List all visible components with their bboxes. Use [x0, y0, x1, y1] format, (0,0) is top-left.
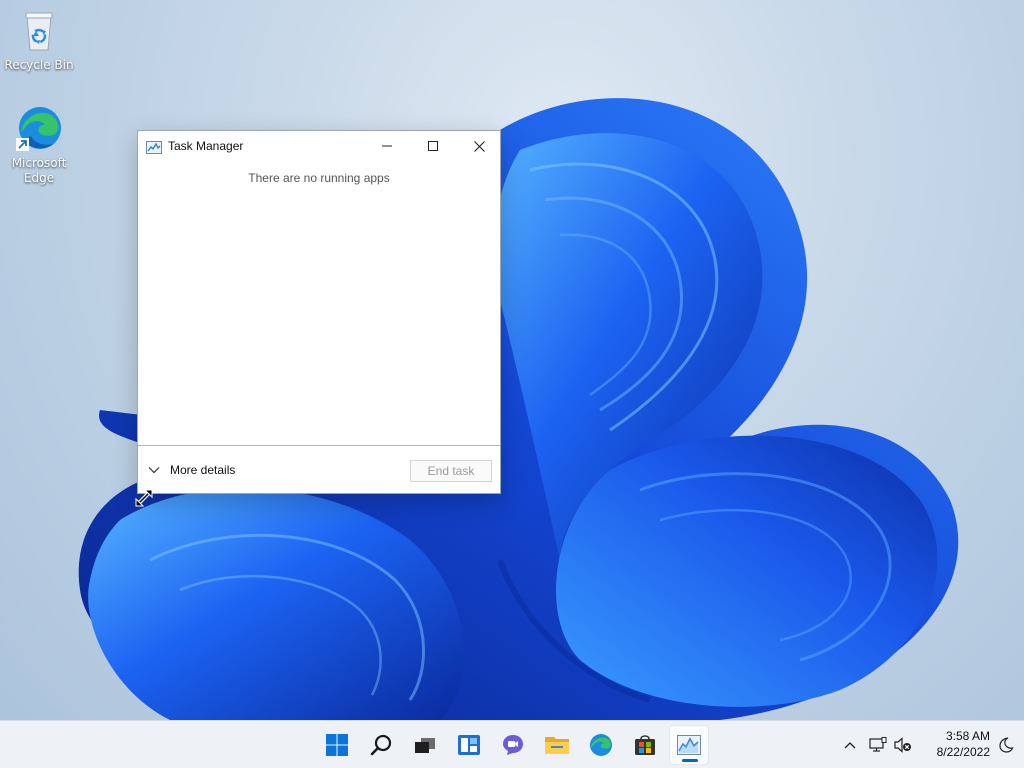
- edge-label: Microsoft Edge: [11, 156, 67, 185]
- clock-time: 3:58 AM: [945, 729, 990, 743]
- task-view-icon: [415, 738, 435, 753]
- edge-icon: [590, 734, 612, 756]
- volume-button[interactable]: [893, 735, 913, 755]
- widgets-icon: [458, 735, 480, 755]
- maximize-button[interactable]: [410, 131, 456, 161]
- minimize-button[interactable]: [364, 131, 410, 161]
- folder-icon: [545, 737, 569, 754]
- chevron-up-icon: [844, 742, 856, 749]
- window-title: Task Manager: [168, 139, 244, 153]
- search-button[interactable]: [361, 725, 401, 765]
- more-details-button[interactable]: More details: [148, 460, 235, 480]
- close-button[interactable]: [456, 131, 502, 161]
- task-manager-icon: [146, 139, 162, 154]
- task-manager-taskbar-button[interactable]: [669, 725, 709, 765]
- end-task-button[interactable]: End task: [410, 460, 492, 482]
- recycle-bin-label: Recycle Bin: [4, 58, 74, 72]
- edge-icon: [15, 104, 63, 152]
- clock[interactable]: 3:58 AM 8/22/2022: [920, 728, 990, 760]
- footer-divider: [138, 445, 500, 446]
- resize-cursor-icon: [135, 489, 153, 507]
- edge-taskbar-button[interactable]: [581, 725, 621, 765]
- task-manager-icon: [677, 735, 701, 755]
- chevron-down-icon: [148, 467, 160, 474]
- volume-muted-icon: [894, 737, 911, 753]
- desktop-icon-recycle-bin[interactable]: Recycle Bin: [3, 6, 75, 73]
- focus-assist-button[interactable]: [996, 735, 1016, 755]
- store-icon: [635, 735, 655, 755]
- chat-icon: [503, 735, 523, 755]
- close-icon: [473, 140, 485, 152]
- file-explorer-button[interactable]: [537, 725, 577, 765]
- desktop-icon-edge[interactable]: Microsoft Edge: [3, 104, 75, 186]
- minimize-icon: [382, 145, 392, 147]
- more-details-label: More details: [170, 463, 236, 477]
- show-hidden-icons-button[interactable]: [840, 735, 860, 755]
- clock-date: 8/22/2022: [936, 745, 990, 759]
- task-manager-window: Task Manager There are no running apps M…: [137, 130, 501, 494]
- title-bar[interactable]: Task Manager: [138, 131, 500, 161]
- network-icon: [869, 737, 887, 752]
- chat-button[interactable]: [493, 725, 533, 765]
- store-button[interactable]: [625, 725, 665, 765]
- windows-start-icon: [326, 734, 348, 756]
- start-button[interactable]: [317, 725, 357, 765]
- network-button[interactable]: [868, 735, 888, 755]
- maximize-icon: [428, 141, 438, 151]
- widgets-button[interactable]: [449, 725, 489, 765]
- no-apps-message: There are no running apps: [248, 171, 390, 185]
- search-icon: [370, 734, 392, 756]
- taskbar: 3:58 AM 8/22/2022: [0, 720, 1024, 768]
- task-view-button[interactable]: [405, 725, 445, 765]
- recycle-bin-icon: [15, 6, 63, 54]
- moon-icon: [999, 737, 1014, 753]
